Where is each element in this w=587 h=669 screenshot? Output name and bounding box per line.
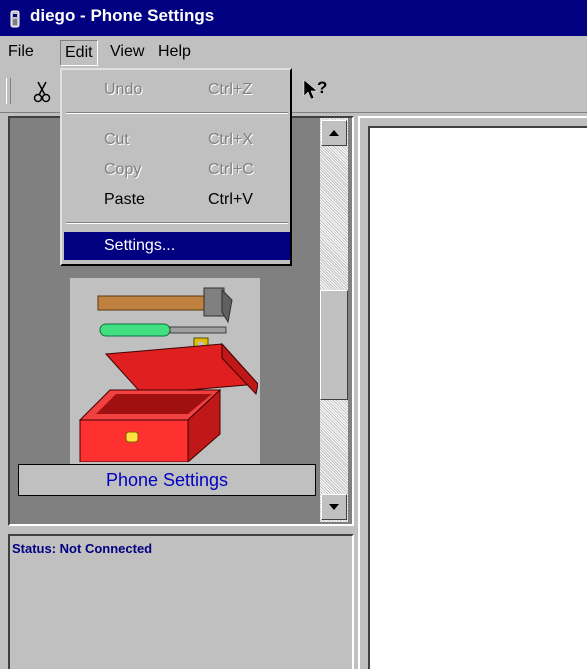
toolbox-icon[interactable] xyxy=(72,282,258,462)
menu-separator xyxy=(66,222,288,224)
menu-view[interactable]: View xyxy=(106,40,148,64)
menu-edit[interactable]: Edit xyxy=(60,40,98,66)
menu-separator xyxy=(66,112,288,114)
menu-bar: File Edit View Help xyxy=(0,36,587,68)
arrow-down-icon xyxy=(329,504,339,510)
help-glyph: ? xyxy=(317,78,328,97)
window-title: diego - Phone Settings xyxy=(30,6,215,25)
menu-item-paste[interactable]: Paste Ctrl+V xyxy=(64,186,290,214)
menu-file[interactable]: File xyxy=(4,40,38,64)
menu-help[interactable]: Help xyxy=(154,40,195,64)
edit-menu-dropdown: Undo Ctrl+Z Cut Ctrl+X Copy Ctrl+C Paste… xyxy=(60,68,292,266)
phone-settings-label[interactable]: Phone Settings xyxy=(18,464,316,496)
menu-item-cut[interactable]: Cut Ctrl+X xyxy=(64,126,290,154)
title-bar[interactable]: diego - Phone Settings xyxy=(0,0,587,36)
scissors-icon[interactable] xyxy=(32,80,52,104)
scroll-down-button[interactable] xyxy=(321,494,347,520)
arrow-up-icon xyxy=(329,130,339,136)
content-area[interactable] xyxy=(368,126,587,669)
menu-item-copy[interactable]: Copy Ctrl+C xyxy=(64,156,290,184)
menu-item-undo[interactable]: Undo Ctrl+Z xyxy=(64,76,290,104)
scroll-thumb[interactable] xyxy=(320,290,348,400)
help-pointer-icon[interactable]: ? xyxy=(302,78,332,108)
phone-app-icon xyxy=(10,10,20,28)
toolbar-grip xyxy=(6,78,11,104)
connection-status: Status: Not Connected xyxy=(12,541,153,556)
scroll-up-button[interactable] xyxy=(321,120,347,146)
vertical-scrollbar[interactable] xyxy=(320,118,348,522)
menu-item-settings[interactable]: Settings... xyxy=(64,232,290,260)
